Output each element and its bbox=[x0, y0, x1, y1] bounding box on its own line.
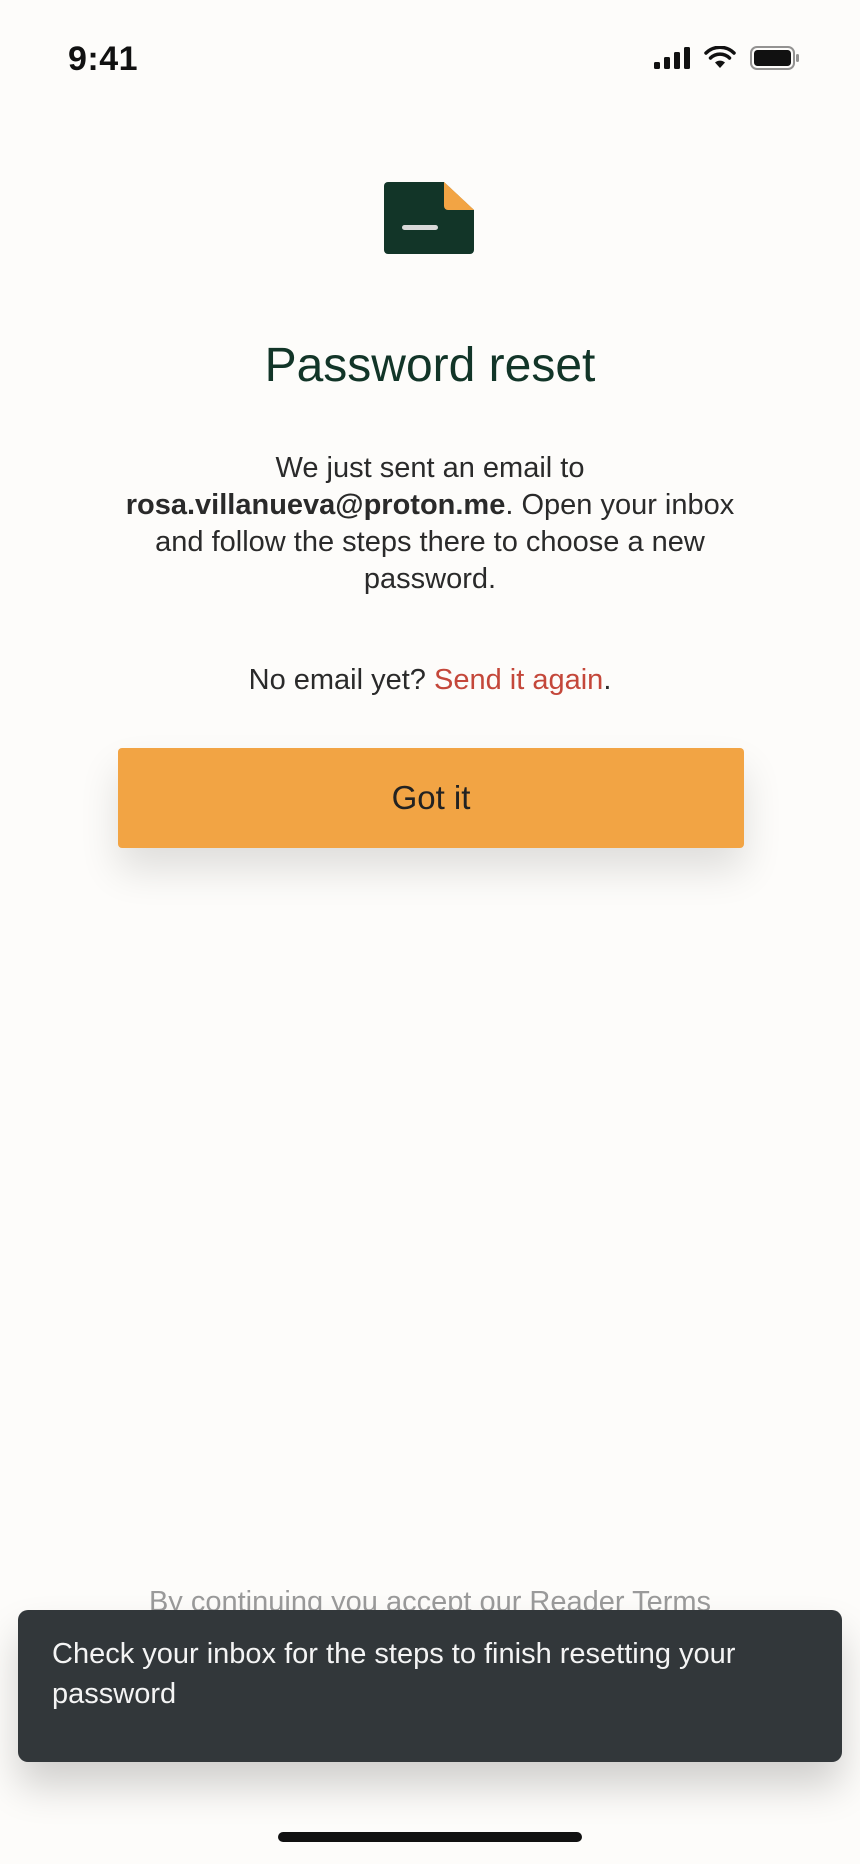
home-indicator[interactable] bbox=[278, 1832, 582, 1842]
send-again-link[interactable]: Send it again bbox=[434, 664, 603, 696]
reset-message: We just sent an email to rosa.villanueva… bbox=[100, 450, 760, 598]
status-icons bbox=[654, 45, 800, 75]
password-reset-screen: 9:41 Password reset We just sent an emai… bbox=[0, 0, 860, 1864]
document-logo-icon bbox=[384, 182, 476, 254]
recipient-email: rosa.villanueva@proton.me bbox=[125, 489, 506, 521]
status-time: 9:41 bbox=[68, 40, 139, 78]
resend-prompt: No email yet? bbox=[248, 664, 426, 696]
toast-notification[interactable]: Check your inbox for the steps to finish… bbox=[18, 1610, 842, 1762]
signal-icon bbox=[654, 47, 690, 74]
page-title: Password reset bbox=[264, 339, 596, 392]
status-bar: 9:41 bbox=[0, 0, 860, 120]
got-it-button[interactable]: Got it bbox=[118, 748, 744, 848]
toast-message: Check your inbox for the steps to finish… bbox=[52, 1638, 736, 1710]
resend-trailing: . bbox=[603, 664, 612, 696]
wifi-icon bbox=[704, 45, 736, 75]
message-prefix: We just sent an email to bbox=[275, 452, 585, 484]
resend-line: No email yet? Send it again. bbox=[0, 664, 860, 697]
battery-icon bbox=[750, 46, 800, 75]
